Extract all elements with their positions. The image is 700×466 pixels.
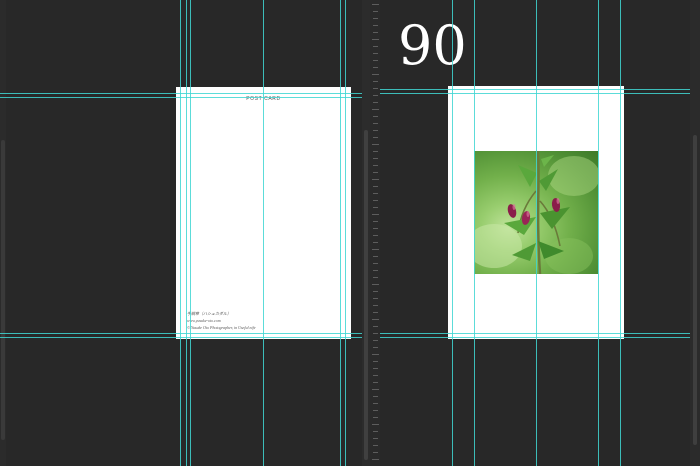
vertical-ruler[interactable] xyxy=(370,0,380,466)
ruler-tick xyxy=(373,410,378,411)
ruler-tick xyxy=(373,186,378,187)
guide-vertical[interactable] xyxy=(186,0,187,466)
guide-vertical[interactable] xyxy=(598,0,599,466)
ruler-tick xyxy=(373,200,378,201)
ruler-tick xyxy=(373,333,378,334)
ruler-tick xyxy=(373,445,378,446)
ruler-tick xyxy=(373,242,378,243)
credit-url: www.yusuke-oto.com xyxy=(187,318,221,323)
ruler-tick xyxy=(373,158,378,159)
ruler-tick xyxy=(372,424,379,425)
ruler-tick xyxy=(373,123,378,124)
ruler-tick xyxy=(372,109,379,110)
ruler-tick xyxy=(372,249,379,250)
ruler-tick xyxy=(373,235,378,236)
ruler-tick xyxy=(373,221,378,222)
ruler-tick xyxy=(373,256,378,257)
ruler-tick xyxy=(373,340,378,341)
ruler-tick xyxy=(373,25,378,26)
ruler-tick xyxy=(373,67,378,68)
ruler-tick xyxy=(373,18,378,19)
ruler-tick xyxy=(372,179,379,180)
ruler-tick xyxy=(372,354,379,355)
ruler-tick xyxy=(373,60,378,61)
ruler-tick xyxy=(372,389,379,390)
ruler-tick xyxy=(373,277,378,278)
ruler-tick xyxy=(372,319,379,320)
ruler-tick xyxy=(373,81,378,82)
right-scroll-thumb[interactable] xyxy=(693,135,697,445)
ruler-tick xyxy=(373,193,378,194)
guide-vertical[interactable] xyxy=(263,0,264,466)
guide-vertical[interactable] xyxy=(345,0,346,466)
ruler-tick xyxy=(373,403,378,404)
guide-horizontal[interactable] xyxy=(0,97,362,98)
ruler-tick xyxy=(372,214,379,215)
ruler-tick xyxy=(373,326,378,327)
ruler-tick xyxy=(373,270,378,271)
ruler-tick xyxy=(373,382,378,383)
guide-vertical[interactable] xyxy=(536,0,537,466)
middle-scroll-thumb[interactable] xyxy=(364,130,368,460)
ruler-tick xyxy=(373,88,378,89)
guide-vertical[interactable] xyxy=(452,0,453,466)
ruler-tick xyxy=(373,375,378,376)
ruler-tick xyxy=(372,144,379,145)
guide-horizontal[interactable] xyxy=(0,333,362,334)
ruler-tick xyxy=(373,347,378,348)
ruler-tick xyxy=(373,172,378,173)
ruler-tick xyxy=(373,305,378,306)
ruler-tick xyxy=(373,298,378,299)
guide-vertical[interactable] xyxy=(190,0,191,466)
guide-vertical[interactable] xyxy=(340,0,341,466)
guide-vertical[interactable] xyxy=(620,0,621,466)
guide-horizontal[interactable] xyxy=(380,89,690,90)
ruler-tick xyxy=(373,11,378,12)
ruler-tick xyxy=(373,263,378,264)
ruler-tick xyxy=(373,291,378,292)
guide-horizontal[interactable] xyxy=(380,93,690,94)
ruler-tick xyxy=(373,32,378,33)
ruler-tick xyxy=(372,4,379,5)
guide-vertical[interactable] xyxy=(474,0,475,466)
credit-name: 手綱草（ハシュカダル） xyxy=(187,311,231,316)
guide-horizontal[interactable] xyxy=(0,337,362,338)
ruler-tick xyxy=(372,74,379,75)
ruler-tick xyxy=(373,151,378,152)
ruler-tick xyxy=(373,368,378,369)
left-scrollbar[interactable] xyxy=(0,0,6,466)
ruler-tick xyxy=(373,431,378,432)
ruler-tick xyxy=(373,438,378,439)
ruler-tick xyxy=(372,459,379,460)
ruler-tick xyxy=(373,165,378,166)
ruler-tick xyxy=(373,417,378,418)
ruler-tick xyxy=(373,130,378,131)
guide-horizontal[interactable] xyxy=(380,337,690,338)
guide-horizontal[interactable] xyxy=(0,93,362,94)
ruler-tick xyxy=(373,46,378,47)
ruler-tick xyxy=(373,361,378,362)
credit-copyright: © Yusuke Oto Photographer, in Useful nif… xyxy=(187,325,256,330)
ruler-tick xyxy=(373,228,378,229)
left-scroll-thumb[interactable] xyxy=(1,140,5,440)
ruler-tick xyxy=(373,116,378,117)
guide-vertical[interactable] xyxy=(180,0,181,466)
ruler-tick xyxy=(373,452,378,453)
ruler-tick xyxy=(373,53,378,54)
ruler-tick xyxy=(372,39,379,40)
ruler-tick xyxy=(373,102,378,103)
ruler-tick xyxy=(373,137,378,138)
middle-scrollbar[interactable] xyxy=(362,0,370,466)
ruler-tick xyxy=(373,312,378,313)
guide-horizontal[interactable] xyxy=(380,333,690,334)
ruler-tick xyxy=(373,95,378,96)
right-scrollbar[interactable] xyxy=(690,0,700,466)
ruler-tick xyxy=(373,207,378,208)
page-number: 90 xyxy=(398,14,467,77)
ruler-tick xyxy=(372,284,379,285)
left-canvas-pane[interactable]: POST CARD 手綱草（ハシュカダル） www.yusuke-oto.com… xyxy=(0,0,362,466)
ruler-tick xyxy=(373,396,378,397)
